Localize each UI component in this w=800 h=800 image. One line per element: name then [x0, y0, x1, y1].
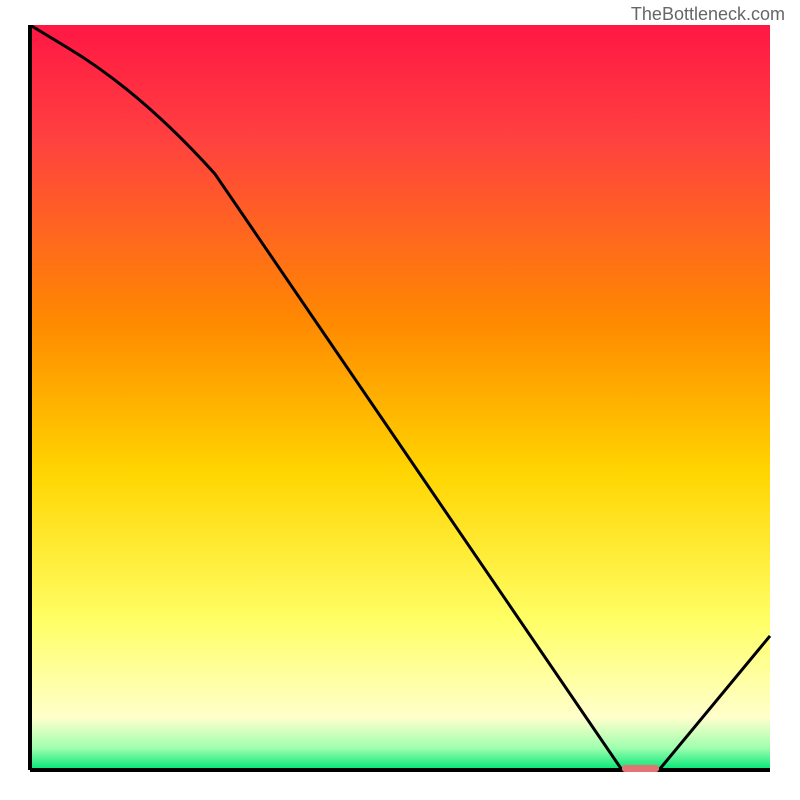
- gradient-background: [30, 25, 770, 770]
- chart-svg: [25, 25, 775, 775]
- chart-area: [25, 25, 775, 775]
- watermark-label: TheBottleneck.com: [631, 4, 785, 25]
- marker-point: [622, 765, 659, 772]
